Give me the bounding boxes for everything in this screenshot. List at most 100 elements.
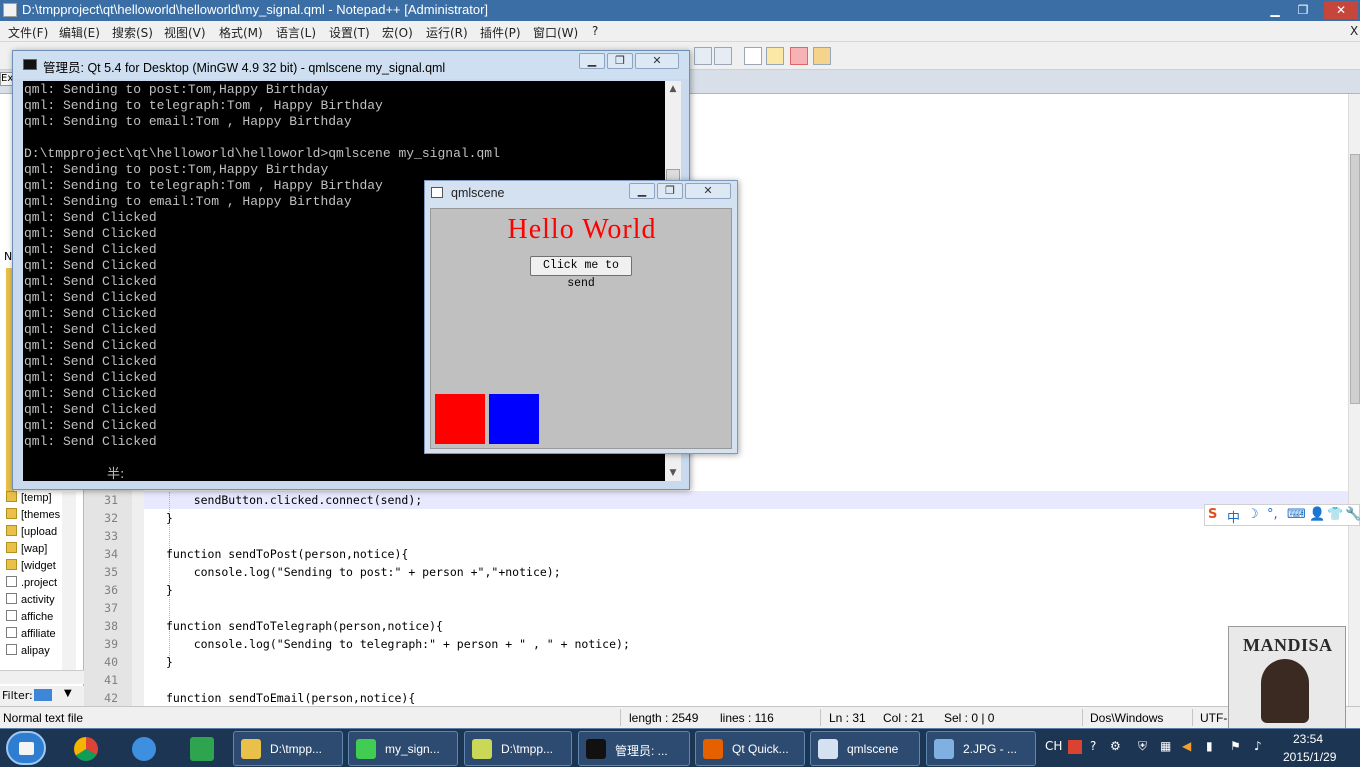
skin-icon[interactable]: 👕 [1327,507,1343,522]
console-minimize-button[interactable]: ▁ [579,53,605,69]
flag-icon[interactable]: ⚑ [1230,739,1241,753]
sogou-icon[interactable]: S [1208,507,1217,522]
shield-icon[interactable]: ⛨ [1138,739,1147,754]
speaker-icon[interactable]: ♪ [1254,739,1262,753]
status-length: length : 2549 [629,711,699,725]
file-panel-hscrollbar[interactable] [0,670,84,684]
ime-toolbar: S 中 ☽ °, ⌨ 👤 👕 🔧 [1204,504,1360,526]
album-art-widget[interactable]: MANDISA [1228,626,1346,730]
start-button[interactable] [6,731,46,765]
chrome-pin[interactable] [62,733,108,763]
taskbar-button-label: D:\tmpp... [501,742,554,756]
folder-icon [6,508,17,519]
console-line: qml: Sending to post:Tom,Happy Birthday [24,162,329,177]
code-line[interactable]: } [166,655,173,669]
taskbar-button[interactable]: Qt Quick... [695,731,805,766]
scroll-up-icon[interactable]: ▲ [665,81,681,97]
editor-vertical-scrollbar[interactable] [1348,94,1360,706]
keyboard-icon[interactable]: ⌨ [1287,507,1306,522]
folder-icon [6,542,17,553]
code-line[interactable]: console.log("Sending to post:" + person … [166,565,561,579]
menu-window[interactable]: 窗口(W) [533,24,578,41]
menu-macro[interactable]: 宏(O) [382,24,413,41]
wrench-icon[interactable]: 🔧 [1345,507,1360,522]
plugin-icon[interactable] [766,47,784,65]
taskbar-button[interactable]: 管理员: ... [578,731,690,766]
qmlscene-close-button[interactable]: ✕ [685,183,731,199]
volume-icon[interactable]: ◀ [1182,739,1191,753]
sogou-tray-icon[interactable] [1068,740,1082,754]
code-line[interactable]: sendButton.clicked.connect(send); [166,493,423,507]
file-panel-scrollbar[interactable] [62,492,76,670]
settings-icon[interactable]: ⚙ [1110,739,1121,753]
qmlscene-title-bar[interactable]: qmlscene ▁ ❐ ✕ [425,181,737,205]
scroll-down-icon[interactable]: ▼ [665,465,681,481]
language-indicator[interactable]: CH [1045,739,1062,753]
code-line[interactable]: } [166,511,173,525]
menu-plugins[interactable]: 插件(P) [480,24,521,41]
file-icon [6,610,17,621]
code-line[interactable]: function sendToEmail(person,notice){ [166,691,415,705]
menu-settings[interactable]: 设置(T) [329,24,370,41]
moon-icon[interactable]: ☽ [1247,507,1259,522]
user-icon[interactable]: 👤 [1309,507,1325,522]
clock-time[interactable]: 23:54 [1293,732,1323,746]
menu-search[interactable]: 搜索(S) [112,24,153,41]
menu-view[interactable]: 视图(V) [164,24,206,41]
macro-play-icon[interactable] [694,47,712,65]
click-me-to-send-button[interactable]: Click me to send [530,256,632,290]
album-portrait [1261,659,1309,723]
scroll-thumb[interactable] [1350,154,1360,404]
code-line[interactable]: } [166,583,173,597]
calculator-pin[interactable] [178,733,224,763]
taskbar-button[interactable]: my_sign... [348,731,458,766]
punctuation-icon[interactable]: °, [1267,507,1278,522]
console-app-icon [23,59,37,70]
notepadpp-title-bar[interactable]: D:\tmpproject\qt\helloworld\helloworld\m… [0,0,1360,21]
console-close-button[interactable]: ✕ [635,53,679,69]
menu-file[interactable]: 文件(F) [8,24,48,41]
qmlscene-maximize-button[interactable]: ❐ [657,183,683,199]
help-icon[interactable]: ? [1090,739,1096,753]
file-icon [6,593,17,604]
menu-edit[interactable]: 编辑(E) [59,24,100,41]
console-title-bar[interactable]: 管理员: Qt 5.4 for Desktop (MinGW 4.9 32 bi… [13,51,689,79]
heart-icon[interactable] [790,47,808,65]
close-button[interactable]: ✕ [1324,1,1358,19]
taskbar-button[interactable]: D:\tmpp... [464,731,572,766]
battery-icon[interactable]: ▮ [1206,739,1213,753]
macro-save-icon[interactable] [714,47,732,65]
menu-language[interactable]: 语言(L) [276,24,316,41]
menu-help[interactable]: ? [592,24,598,38]
qmlscene-minimize-button[interactable]: ▁ [629,183,655,199]
file-list-item-label: [upload [21,526,58,538]
line-number: 36 [104,583,118,597]
close-document-x[interactable]: X [1350,24,1358,38]
console-ime-indicator: 半: [107,467,125,481]
filter-input[interactable] [34,689,52,701]
package-icon[interactable] [813,47,831,65]
taskbar-button[interactable]: D:\tmpp... [233,731,343,766]
code-line[interactable]: console.log("Sending to telegraph:" + pe… [166,637,630,651]
console-maximize-button[interactable]: ❐ [607,53,633,69]
windows-logo-icon [19,742,34,755]
taskbar-button[interactable]: 2.JPG - ... [926,731,1036,766]
maximize-button[interactable]: ❐ [1290,1,1316,19]
menu-format[interactable]: 格式(M) [219,24,263,41]
code-line[interactable]: function sendToPost(person,notice){ [166,547,408,561]
clock-date[interactable]: 2015/1/29 [1283,750,1336,764]
spellcheck-icon[interactable] [744,47,762,65]
ime-chinese-mode[interactable]: 中 [1227,507,1240,526]
status-encoding: UTF- [1200,711,1228,725]
taskbar-button[interactable]: qmlscene [810,731,920,766]
line-number: 38 [104,619,118,633]
file-list-item-label: affiliate [21,628,56,640]
code-line[interactable]: function sendToTelegraph(person,notice){ [166,619,443,633]
file-list-item-label: [temp] [21,492,52,504]
qmlscene-window[interactable]: qmlscene ▁ ❐ ✕ Hello World Click me to s… [424,180,738,454]
menu-run[interactable]: 运行(R) [426,24,468,41]
ie-pin[interactable] [120,733,166,763]
filter-dropdown-icon[interactable]: ▼ [64,688,72,699]
minimize-button[interactable]: ▁ [1262,1,1288,19]
network-icon[interactable]: ▦ [1160,739,1171,753]
